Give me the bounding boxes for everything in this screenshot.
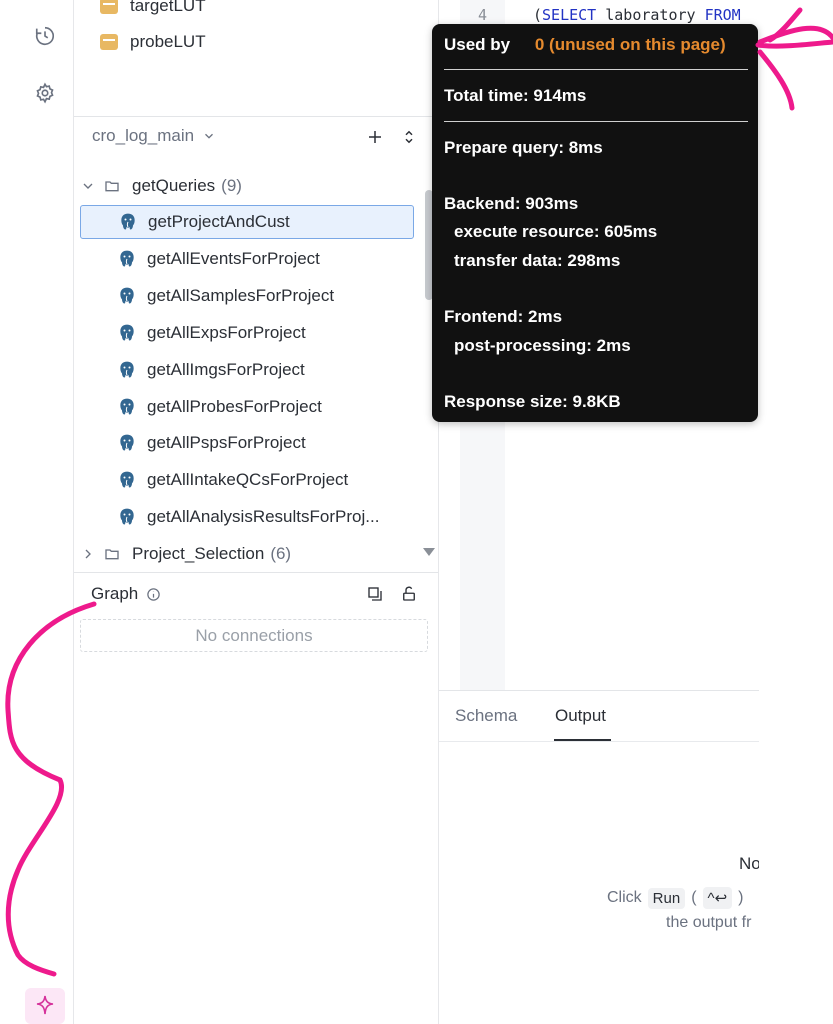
run-kbd: Run xyxy=(647,887,686,909)
folder-icon xyxy=(105,549,119,560)
scroll-down-arrow-icon[interactable] xyxy=(423,548,435,556)
postgres-elephant-icon xyxy=(120,398,134,414)
folder-label: getQueries xyxy=(132,176,216,195)
query-item[interactable]: getAllExpsForProject xyxy=(80,316,414,350)
output-hint-line2: the output fr xyxy=(666,914,752,931)
no-connections-placeholder: No connections xyxy=(80,619,428,652)
shortcut-kbd: ^↩ xyxy=(702,887,733,909)
folder-project-selection[interactable]: Project_Selection (6) xyxy=(80,541,291,567)
hint-paren: ) xyxy=(738,889,744,906)
post-processing: post-processing: 2ms xyxy=(454,336,631,355)
hint-paren: ( xyxy=(691,889,697,906)
lut-item-target[interactable]: targetLUT xyxy=(100,0,206,18)
query-label: getProjectAndCust xyxy=(148,212,290,231)
response-size: Response size: 9.8KB xyxy=(444,392,621,411)
settings-gear-icon[interactable] xyxy=(33,81,57,105)
execute-resource: execute resource: 605ms xyxy=(454,222,658,241)
query-item[interactable]: getAllImgsForProject xyxy=(80,353,414,387)
query-item[interactable]: getProjectAndCust xyxy=(80,205,414,239)
section-divider xyxy=(74,116,438,117)
output-run-hint: Click Run ( ^↩ ) xyxy=(607,887,743,909)
query-label: getAllPspsForProject xyxy=(147,433,306,453)
frontend-time: Frontend: 2ms xyxy=(444,307,563,326)
folder-count: (9) xyxy=(221,176,242,195)
graph-title: Graph xyxy=(91,584,139,603)
query-item[interactable]: getAllIntakeQCsForProject xyxy=(80,463,414,497)
query-label: getAllExpsForProject xyxy=(147,322,306,342)
section-divider xyxy=(74,572,438,573)
code-keyword: SELECT xyxy=(542,6,597,24)
code-keyword: FROM xyxy=(704,6,741,24)
postgres-elephant-icon xyxy=(121,213,135,230)
folder-getqueries[interactable]: getQueries (9) xyxy=(80,173,242,199)
used-by-label: Used by xyxy=(444,35,511,54)
query-label: getAllIntakeQCsForProject xyxy=(147,470,349,490)
workspace-name: cro_log_main xyxy=(92,126,195,145)
query-timing-tooltip: Used by 0 (unused on this page) Total ti… xyxy=(432,24,758,422)
line-number: 4 xyxy=(478,6,488,24)
lut-item-probe[interactable]: probeLUT xyxy=(100,30,206,54)
query-label: getAllAnalysisResultsForProj... xyxy=(147,507,380,527)
chevron-down-icon xyxy=(205,133,214,139)
query-label: getAllImgsForProject xyxy=(147,359,305,379)
postgres-elephant-icon xyxy=(120,287,134,304)
chevron-right-icon xyxy=(85,549,91,559)
plus-icon xyxy=(369,131,381,143)
graph-view-button[interactable] xyxy=(366,585,384,608)
folder-count: (6) xyxy=(270,544,292,563)
query-label: getAllSamplesForProject xyxy=(147,285,335,305)
info-icon[interactable] xyxy=(146,587,161,602)
postgres-elephant-icon xyxy=(120,435,134,451)
postgres-elephant-icon xyxy=(120,471,134,488)
tabs-top-border xyxy=(439,690,759,691)
query-item[interactable]: getAllSamplesForProject xyxy=(80,279,414,313)
tooltip-divider xyxy=(444,69,748,70)
query-item[interactable]: getAllAnalysisResultsForProj... xyxy=(80,500,414,534)
tabs-bottom-border xyxy=(439,741,759,742)
ai-assistant-button[interactable] xyxy=(25,988,65,1024)
icon-rail xyxy=(0,0,74,1024)
used-by-value: 0 (unused on this page) xyxy=(534,35,726,54)
postgres-elephant-icon xyxy=(120,361,134,378)
used-by-row: Used by 0 (unused on this page) xyxy=(444,35,726,55)
chevron-updown-icon xyxy=(405,130,413,144)
code-text: laboratory xyxy=(596,6,705,24)
tab-schema[interactable]: Schema xyxy=(455,706,517,726)
lut-label: targetLUT xyxy=(130,0,206,15)
graph-header: Graph xyxy=(91,584,161,604)
tooltip-divider xyxy=(444,121,748,122)
add-query-button[interactable] xyxy=(366,128,384,151)
workspace-selector[interactable]: cro_log_main xyxy=(92,126,216,146)
history-icon[interactable] xyxy=(33,24,57,48)
right-margin xyxy=(759,0,833,1024)
table-icon xyxy=(100,0,118,14)
total-time: Total time: 914ms xyxy=(444,86,587,105)
folder-label: Project_Selection xyxy=(132,544,265,563)
unlock-icon xyxy=(403,586,415,601)
query-item[interactable]: getAllEventsForProject xyxy=(80,242,414,276)
code-text: ( xyxy=(533,6,543,24)
chevron-down-icon xyxy=(83,183,93,189)
transfer-data: transfer data: 298ms xyxy=(454,251,621,270)
graph-lock-button[interactable] xyxy=(400,585,418,608)
output-empty-title: No xyxy=(739,854,761,873)
query-item[interactable]: getAllPspsForProject xyxy=(80,426,414,460)
expand-collapse-button[interactable] xyxy=(400,128,418,151)
query-label: getAllProbesForProject xyxy=(147,396,322,416)
query-label: getAllEventsForProject xyxy=(147,248,320,268)
code-line[interactable]: (SELECT laboratory FROM xyxy=(533,6,741,24)
copy-window-icon xyxy=(368,587,382,601)
backend-time: Backend: 903ms xyxy=(444,194,579,213)
postgres-elephant-icon xyxy=(120,250,134,267)
postgres-elephant-icon xyxy=(120,508,134,525)
hint-text: Click xyxy=(607,889,642,906)
query-item[interactable]: getAllProbesForProject xyxy=(80,390,414,424)
postgres-elephant-icon xyxy=(120,324,134,341)
prepare-query: Prepare query: 8ms xyxy=(444,138,603,157)
sparkle-icon xyxy=(36,995,54,1015)
table-icon xyxy=(100,34,118,50)
folder-icon xyxy=(105,181,119,192)
tab-output[interactable]: Output xyxy=(555,706,606,726)
lut-label: probeLUT xyxy=(130,32,206,51)
